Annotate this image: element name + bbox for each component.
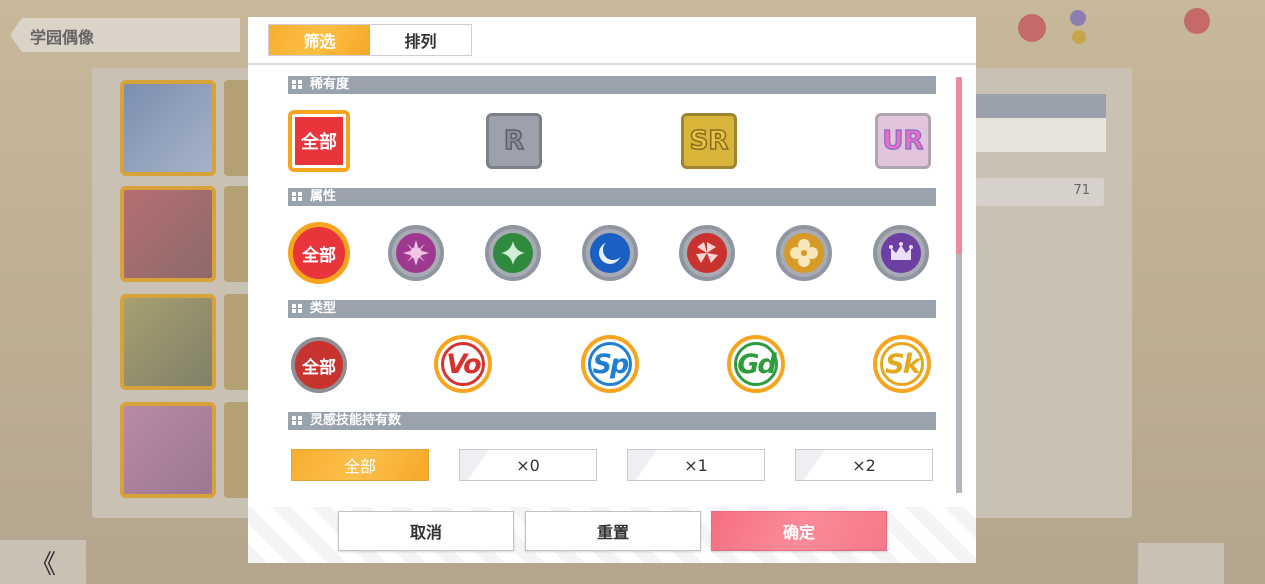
pure-attribute-icon (493, 233, 533, 273)
filter-modal: 筛选 排列 稀有度 全部 R SR UR 属性 全部 类型 全部 Vo Sp G… (248, 17, 976, 563)
bg-card (224, 294, 250, 390)
section-title: 稀有度 (310, 77, 350, 92)
attribute-cool-button[interactable] (582, 225, 638, 281)
bg-header-title: 学园偶像 (30, 28, 95, 47)
confirm-button[interactable]: 确定 (711, 511, 887, 551)
bg-card (224, 186, 250, 282)
inspiration-all-button[interactable]: 全部 (291, 449, 429, 481)
attribute-smile-button[interactable] (388, 225, 444, 281)
rarity-ur-button[interactable]: UR (875, 113, 931, 169)
tab-sort[interactable]: 排列 (370, 25, 471, 55)
cool-attribute-icon (590, 233, 630, 273)
bg-header: 学园偶像 (10, 18, 240, 52)
type-gd-button[interactable]: Gd (727, 335, 785, 393)
type-ring (441, 342, 485, 386)
bg-add-icon (1184, 8, 1210, 34)
bg-gem-icon (1070, 10, 1086, 26)
bg-add-icon (1018, 14, 1046, 42)
bg-card (120, 80, 216, 176)
grid-icon (292, 192, 303, 202)
type-ring (588, 342, 632, 386)
bg-table-header (976, 94, 1106, 118)
tab-bar: 筛选 排列 (268, 24, 472, 56)
attribute-natural-button[interactable] (776, 225, 832, 281)
cancel-button[interactable]: 取消 (338, 511, 514, 551)
type-vo-button[interactable]: Vo (434, 335, 492, 393)
back-button[interactable]: 《 (0, 540, 86, 584)
tab-filter[interactable]: 筛选 (269, 25, 370, 55)
type-all-button[interactable]: 全部 (291, 337, 347, 393)
rarity-all-button[interactable]: 全部 (288, 110, 350, 172)
type-sp-button[interactable]: Sp (581, 335, 639, 393)
scrollbar-thumb[interactable] (956, 77, 962, 255)
bg-card (120, 402, 216, 498)
rarity-all-label: 全部 (295, 117, 343, 165)
grid-icon (292, 304, 303, 314)
bg-count: 71 (976, 178, 1104, 206)
attribute-pure-button[interactable] (485, 225, 541, 281)
section-header-rarity: 稀有度 (288, 76, 936, 94)
type-ring (734, 342, 778, 386)
attribute-elegant-button[interactable] (873, 225, 929, 281)
section-header-inspiration: 灵感技能持有数 (288, 412, 936, 430)
type-sk-button[interactable]: Sk (873, 335, 931, 393)
bg-card (224, 80, 250, 176)
elegant-attribute-icon (881, 233, 921, 273)
section-header-type: 类型 (288, 300, 936, 318)
attribute-active-button[interactable] (679, 225, 735, 281)
bg-corner-button (1138, 543, 1224, 584)
section-title: 属性 (310, 189, 337, 204)
natural-attribute-icon (784, 233, 824, 273)
inspiration-x0-button[interactable]: ×0 (459, 449, 597, 481)
bg-card (120, 294, 216, 390)
active-attribute-icon (687, 233, 727, 273)
rarity-sr-button[interactable]: SR (681, 113, 737, 169)
section-header-attribute: 属性 (288, 188, 936, 206)
filter-scroll-area[interactable]: 稀有度 全部 R SR UR 属性 全部 类型 全部 Vo Sp Gd Sk 灵… (248, 67, 976, 507)
attribute-all-button[interactable]: 全部 (288, 222, 350, 284)
type-ring (880, 342, 924, 386)
inspiration-x1-button[interactable]: ×1 (627, 449, 765, 481)
section-title: 灵感技能持有数 (310, 413, 402, 428)
bg-sort-table (976, 94, 1106, 152)
grid-icon (292, 416, 303, 426)
grid-icon (292, 80, 303, 90)
divider (248, 63, 976, 65)
rarity-r-button[interactable]: R (486, 113, 542, 169)
bg-card (224, 402, 250, 498)
bg-card (120, 186, 216, 282)
section-title: 类型 (310, 301, 337, 316)
inspiration-x2-button[interactable]: ×2 (795, 449, 933, 481)
reset-button[interactable]: 重置 (525, 511, 701, 551)
smile-attribute-icon (396, 233, 436, 273)
bg-coin-icon (1072, 30, 1086, 44)
